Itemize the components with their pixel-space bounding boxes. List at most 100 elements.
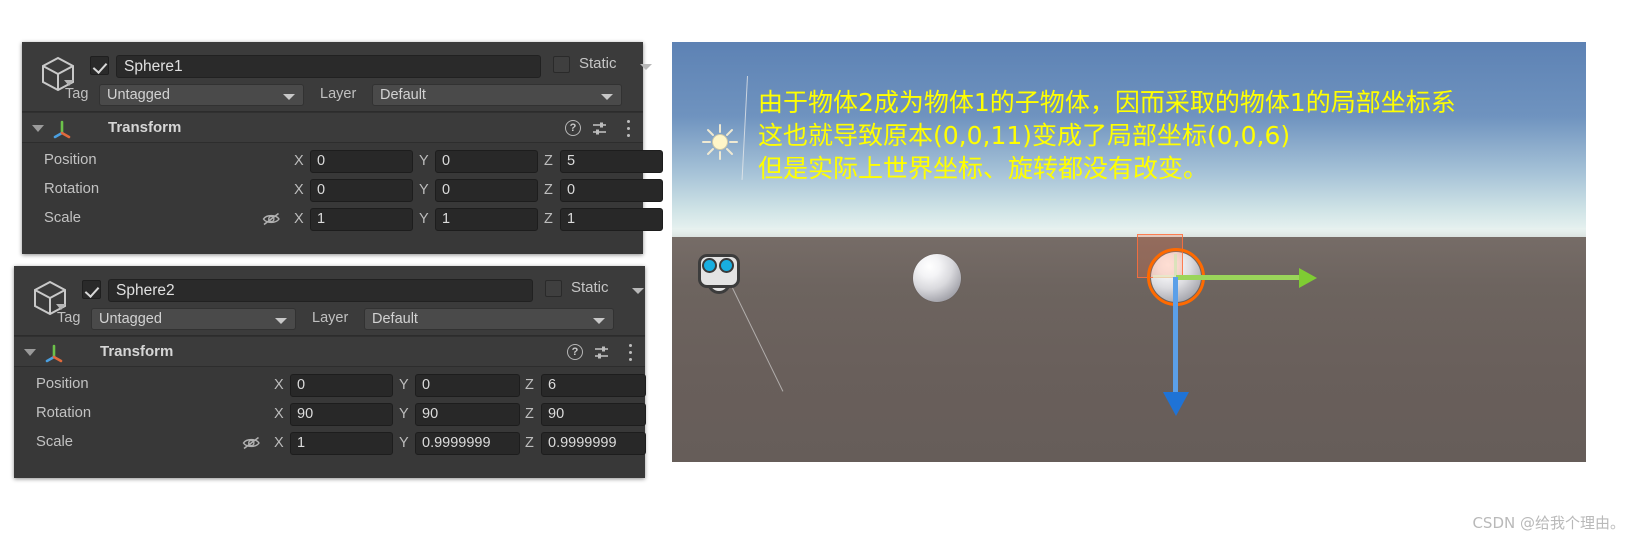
rotation-y-input[interactable]: 0 bbox=[435, 179, 538, 202]
camera-gizmo[interactable] bbox=[694, 250, 744, 294]
scale-z-input[interactable]: 0.9999999 bbox=[541, 432, 646, 455]
layer-value: Default bbox=[372, 311, 418, 327]
axis-label-z: Z bbox=[525, 406, 534, 422]
rotation-x-input[interactable]: 0 bbox=[310, 179, 413, 202]
axis-label-x: X bbox=[294, 182, 304, 198]
axis-label-z: Z bbox=[525, 377, 534, 393]
transform-component-header[interactable]: Transform ? bbox=[22, 112, 643, 143]
static-label: Static bbox=[579, 55, 617, 72]
layer-label: Layer bbox=[312, 310, 349, 326]
gizmo-axis-green-arrowhead[interactable] bbox=[1299, 268, 1317, 288]
transform-axes-icon bbox=[44, 343, 64, 363]
move-gizmo[interactable] bbox=[1127, 232, 1387, 416]
axis-label-y: Y bbox=[399, 377, 409, 393]
component-title: Transform bbox=[100, 343, 174, 360]
component-menu-icon[interactable] bbox=[627, 120, 631, 137]
scale-y-input[interactable]: 1 bbox=[435, 208, 538, 231]
row-label: Rotation bbox=[36, 405, 92, 421]
tag-dropdown[interactable]: Untagged bbox=[99, 84, 304, 106]
light-gizmo[interactable] bbox=[700, 75, 748, 180]
annotation-line-3: 但是实际上世界坐标、旋转都没有改变。 bbox=[758, 154, 1209, 183]
gameobject-name-input[interactable]: Sphere2 bbox=[108, 279, 533, 302]
position-z-input[interactable]: 6 bbox=[541, 374, 646, 397]
annotation-text: 由于物体2成为物体1的子物体，因而采取的物体1的局部坐标系 这也就导致原本(0,… bbox=[758, 86, 1456, 185]
layer-value: Default bbox=[380, 87, 426, 103]
row-label: Scale bbox=[36, 434, 74, 450]
position-z-input[interactable]: 5 bbox=[560, 150, 663, 173]
annotation-line-1: 由于物体2成为物体1的子物体，因而采取的物体1的局部坐标系 bbox=[758, 88, 1456, 117]
scale-z-input[interactable]: 1 bbox=[560, 208, 663, 231]
component-title: Transform bbox=[108, 119, 182, 136]
scene-object-sphere-unselected[interactable] bbox=[913, 254, 961, 302]
transform-row-rotation: Rotation X 90 Y 90 Z 90 bbox=[14, 400, 646, 429]
scene-view[interactable]: 由于物体2成为物体1的子物体，因而采取的物体1的局部坐标系 这也就导致原本(0,… bbox=[672, 42, 1586, 462]
gameobject-name-input[interactable]: Sphere1 bbox=[116, 55, 541, 78]
tag-value: Untagged bbox=[107, 87, 170, 103]
static-label: Static bbox=[571, 279, 609, 296]
scale-y-input[interactable]: 0.9999999 bbox=[415, 432, 520, 455]
position-y-input[interactable]: 0 bbox=[435, 150, 538, 173]
transform-row-scale: Scale X 1 Y 1 Z 1 bbox=[22, 205, 663, 234]
component-menu-icon[interactable] bbox=[629, 344, 633, 361]
row-label: Scale bbox=[44, 210, 82, 226]
position-x-input[interactable]: 0 bbox=[290, 374, 393, 397]
axis-label-y: Y bbox=[419, 182, 429, 198]
help-icon[interactable]: ? bbox=[567, 344, 583, 360]
help-icon[interactable]: ? bbox=[565, 120, 581, 136]
inspector-panel-sphere1[interactable]: Sphere1 Static Tag Untagged Layer Defaul… bbox=[22, 42, 663, 254]
row-label: Rotation bbox=[44, 181, 100, 197]
axis-label-z: Z bbox=[544, 153, 553, 169]
rotation-z-input[interactable]: 0 bbox=[560, 179, 663, 202]
row-label: Position bbox=[36, 376, 89, 392]
inspector-panel-sphere2[interactable]: Sphere2 Static Tag Untagged Layer Defaul… bbox=[14, 266, 646, 478]
rotation-z-input[interactable]: 90 bbox=[541, 403, 646, 426]
annotation-line-2: 这也就导致原本(0,0,11)变成了局部坐标(0,0,6) bbox=[758, 121, 1291, 150]
collapse-caret-icon[interactable] bbox=[32, 125, 44, 132]
static-dropdown-caret[interactable] bbox=[640, 64, 652, 70]
preset-icon[interactable] bbox=[594, 345, 609, 360]
axis-label-z: Z bbox=[544, 182, 553, 198]
gizmo-axis-blue-arrowhead[interactable] bbox=[1163, 392, 1189, 416]
transform-row-position: Position X 0 Y 0 Z 6 bbox=[14, 371, 646, 400]
transform-row-rotation: Rotation X 0 Y 0 Z 0 bbox=[22, 176, 663, 205]
axis-label-z: Z bbox=[544, 211, 553, 227]
static-dropdown-caret[interactable] bbox=[632, 288, 644, 294]
layer-dropdown[interactable]: Default bbox=[364, 308, 614, 330]
scale-x-input[interactable]: 1 bbox=[290, 432, 393, 455]
camera-icon-lens-left bbox=[702, 258, 717, 273]
tag-label: Tag bbox=[65, 86, 89, 102]
camera-icon-lens-right bbox=[719, 258, 734, 273]
rotation-y-input[interactable]: 90 bbox=[415, 403, 520, 426]
constrain-proportions-off-icon[interactable] bbox=[242, 435, 261, 451]
position-y-input[interactable]: 0 bbox=[415, 374, 520, 397]
static-checkbox[interactable] bbox=[545, 280, 562, 297]
gizmo-axis-green[interactable] bbox=[1176, 275, 1301, 280]
gameobject-enabled-checkbox[interactable] bbox=[90, 56, 109, 75]
tag-value: Untagged bbox=[99, 311, 162, 327]
inspector-header: Sphere1 Static Tag Untagged Layer Defaul… bbox=[22, 42, 652, 112]
transform-rows: Position X 0 Y 0 Z 5 Rotation X 0 Y 0 Z … bbox=[22, 143, 663, 234]
tag-dropdown[interactable]: Untagged bbox=[91, 308, 296, 330]
chevron-down-icon bbox=[601, 94, 613, 100]
transform-axes-icon bbox=[52, 119, 72, 139]
collapse-caret-icon[interactable] bbox=[24, 349, 36, 356]
axis-label-y: Y bbox=[419, 211, 429, 227]
layer-label: Layer bbox=[320, 86, 357, 102]
rotation-x-input[interactable]: 90 bbox=[290, 403, 393, 426]
preset-icon[interactable] bbox=[592, 121, 607, 136]
static-checkbox[interactable] bbox=[553, 56, 570, 73]
axis-label-z: Z bbox=[525, 435, 534, 451]
inspector-header: Sphere2 Static Tag Untagged Layer Defaul… bbox=[14, 266, 645, 336]
gameobject-enabled-checkbox[interactable] bbox=[82, 280, 101, 299]
gizmo-axis-blue[interactable] bbox=[1173, 277, 1178, 397]
transform-component-header[interactable]: Transform ? bbox=[14, 336, 645, 367]
position-x-input[interactable]: 0 bbox=[310, 150, 413, 173]
axis-label-y: Y bbox=[399, 406, 409, 422]
axis-label-x: X bbox=[274, 406, 284, 422]
constrain-proportions-off-icon[interactable] bbox=[262, 211, 281, 227]
row-label: Position bbox=[44, 152, 97, 168]
layer-dropdown[interactable]: Default bbox=[372, 84, 622, 106]
sun-icon bbox=[702, 124, 738, 160]
axis-label-y: Y bbox=[399, 435, 409, 451]
scale-x-input[interactable]: 1 bbox=[310, 208, 413, 231]
